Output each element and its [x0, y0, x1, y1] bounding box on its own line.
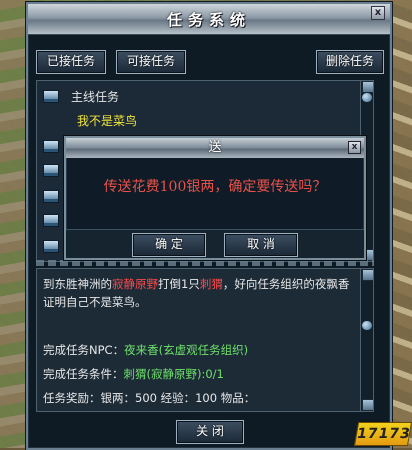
quest-tabs: 已接任务 可接任务 删除任务	[36, 50, 384, 74]
confirm-button[interactable]: 确 定	[132, 233, 206, 257]
dialog-message: 传送花费100银两，确定要传送吗？	[103, 179, 327, 195]
quest-condition: 完成任务条件：刺猬(寂静原野):0/1	[43, 367, 224, 381]
dialog-title: 送	[66, 138, 364, 158]
checkbox-icon[interactable]	[43, 139, 59, 153]
checkbox-icon[interactable]	[43, 189, 59, 203]
quest-detail: 到东胜神洲的寂静原野打倒1只刺猬，好向任务组织的夜飘香证明自己不是菜鸟。 完成任…	[36, 268, 374, 412]
checkbox-icon[interactable]	[43, 213, 59, 227]
cancel-button[interactable]: 取 消	[224, 233, 298, 257]
window-titlebar[interactable]: 任务系统	[28, 4, 390, 35]
delete-quest-button[interactable]: 删除任务	[316, 50, 384, 74]
list-item[interactable]	[43, 237, 59, 255]
close-icon[interactable]: x	[371, 6, 385, 20]
tab-accepted-quests[interactable]: 已接任务	[36, 50, 106, 74]
ornament-divider	[36, 260, 374, 266]
place-name: 寂静原野	[112, 277, 158, 291]
quest-description: 到东胜神洲的寂静原野打倒1只刺猬，好向任务组织的夜飘香证明自己不是菜鸟。	[43, 277, 350, 309]
checkbox-icon[interactable]	[43, 89, 59, 103]
section-label: 主线任务	[71, 89, 120, 104]
detail-scrollbar[interactable]	[360, 269, 373, 411]
tab-available-quests[interactable]: 可接任务	[116, 50, 186, 74]
list-item[interactable]	[43, 161, 59, 179]
monster-name: 刺猬	[199, 277, 223, 291]
scroll-up-icon[interactable]	[362, 81, 373, 93]
condition-value: 刺猬(寂静原野):0/1	[123, 367, 224, 381]
footer: 关 闭	[28, 420, 390, 444]
scroll-thumb[interactable]	[362, 321, 372, 330]
scroll-down-icon[interactable]	[362, 399, 373, 411]
list-item[interactable]	[43, 187, 59, 205]
list-item[interactable]: 我不是菜鸟	[77, 111, 137, 129]
list-item[interactable]: 主线任务	[43, 87, 119, 105]
quest-name: 我不是菜鸟	[77, 113, 138, 128]
checkbox-icon[interactable]	[43, 163, 59, 177]
dialog-close-icon[interactable]: x	[348, 141, 361, 154]
quest-npc: 完成任务NPC：夜来香(玄虚观任务组织)	[43, 343, 249, 357]
list-item[interactable]	[43, 137, 59, 155]
window-title: 任务系统	[166, 10, 251, 29]
checkbox-icon[interactable]	[43, 239, 59, 253]
teleport-dialog: 送 x 传送花费100银两，确定要传送吗？ 确 定 取 消	[64, 136, 366, 260]
scroll-up-icon[interactable]	[362, 269, 373, 281]
quest-reward: 任务奖励：银两：500 经验：100 物品：	[43, 391, 256, 405]
watermark-logo: 17173	[353, 422, 412, 446]
scroll-thumb[interactable]	[362, 93, 372, 102]
npc-value: 夜来香(玄虚观任务组织)	[124, 343, 249, 357]
dialog-button-bar: 确 定 取 消	[66, 229, 364, 258]
list-item[interactable]	[43, 211, 59, 229]
close-button[interactable]: 关 闭	[176, 420, 244, 444]
